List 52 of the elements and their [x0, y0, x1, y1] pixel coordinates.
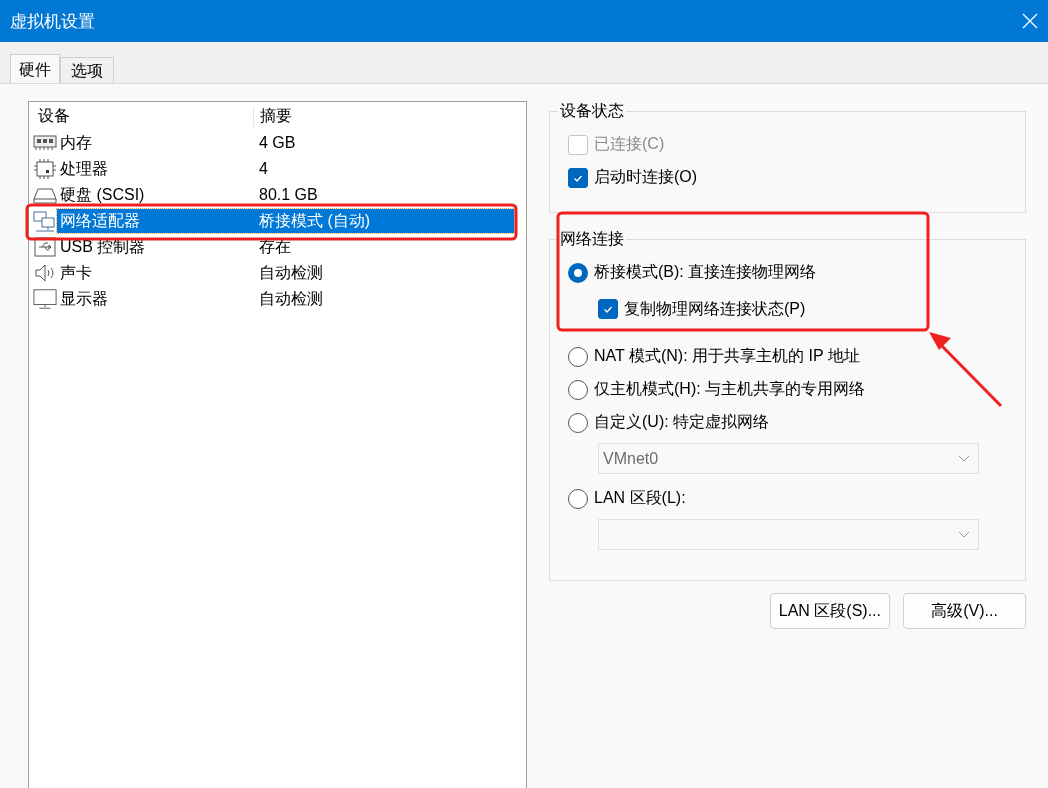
checkbox[interactable] — [598, 299, 618, 319]
network-icon — [33, 210, 57, 232]
list-row[interactable]: 处理器 4 — [57, 157, 514, 181]
device-summary: 4 — [258, 160, 268, 178]
processor-icon — [33, 158, 57, 180]
radio-button[interactable] — [568, 412, 588, 433]
radio-label: 桥接模式(B): 直接连接物理网络 — [594, 262, 817, 282]
radio-button[interactable] — [568, 346, 588, 367]
device-summary: 桥接模式 (自动) — [258, 210, 371, 231]
list-row[interactable]: 硬盘 (SCSI) 80.1 GB — [57, 183, 514, 207]
device-summary: 80.1 GB — [258, 186, 318, 204]
list-row[interactable]: 内存 4 GB — [57, 131, 514, 155]
checkbox[interactable] — [568, 167, 588, 188]
radio-button[interactable] — [568, 488, 588, 509]
list-row[interactable]: 网络适配器 桥接模式 (自动) — [57, 209, 514, 233]
radio-button[interactable] — [568, 262, 588, 283]
device-summary: 存在 — [258, 236, 291, 257]
dropdown-value: VMnet0 — [603, 449, 659, 468]
list-row[interactable]: 显示器 自动检测 — [57, 287, 514, 311]
column-header[interactable]: 摘要 — [254, 105, 292, 127]
device-name: 网络适配器 — [59, 210, 141, 231]
radio-label: LAN 区段(L): — [594, 488, 686, 508]
chevron-down-icon — [958, 454, 970, 463]
radio-label: 仅主机模式(H): 与主机共享的专用网络 — [594, 379, 866, 399]
radio-button[interactable] — [568, 379, 588, 400]
device-name: 处理器 — [59, 158, 109, 179]
checkbox-label: 复制物理网络连接状态(P) — [624, 298, 806, 319]
speaker-icon — [33, 263, 57, 283]
dialog-button[interactable]: LAN 区段(S)... — [769, 593, 890, 629]
device-summary: 4 GB — [258, 134, 296, 152]
close-icon[interactable] — [1022, 13, 1038, 29]
dialog-button[interactable]: 高级(V)... — [903, 593, 1026, 629]
device-name: 内存 — [59, 132, 93, 153]
column-header[interactable]: 设备 — [33, 105, 254, 127]
tab[interactable]: 选项 — [60, 57, 114, 83]
device-name: 显示器 — [59, 288, 109, 309]
memory-icon — [33, 134, 57, 152]
checkbox-label: 启动时连接(O) — [594, 167, 698, 187]
device-summary: 自动检测 — [258, 288, 323, 309]
group-title: 设备状态 — [559, 101, 625, 121]
chevron-down-icon — [958, 530, 970, 539]
tab[interactable]: 硬件 — [10, 54, 60, 83]
device-name: 声卡 — [59, 262, 93, 283]
monitor-icon — [33, 288, 57, 310]
radio-label: NAT 模式(N): 用于共享主机的 IP 地址 — [594, 346, 860, 366]
checkbox-label: 已连接(C) — [594, 134, 665, 154]
window-title: 虚拟机设置 — [10, 10, 95, 33]
radio-label: 自定义(U): 特定虚拟网络 — [594, 412, 770, 432]
device-summary: 自动检测 — [258, 262, 323, 283]
list-row[interactable]: 声卡 自动检测 — [57, 261, 514, 285]
device-name: 硬盘 (SCSI) — [59, 184, 146, 205]
group-title: 网络连接 — [559, 229, 625, 249]
